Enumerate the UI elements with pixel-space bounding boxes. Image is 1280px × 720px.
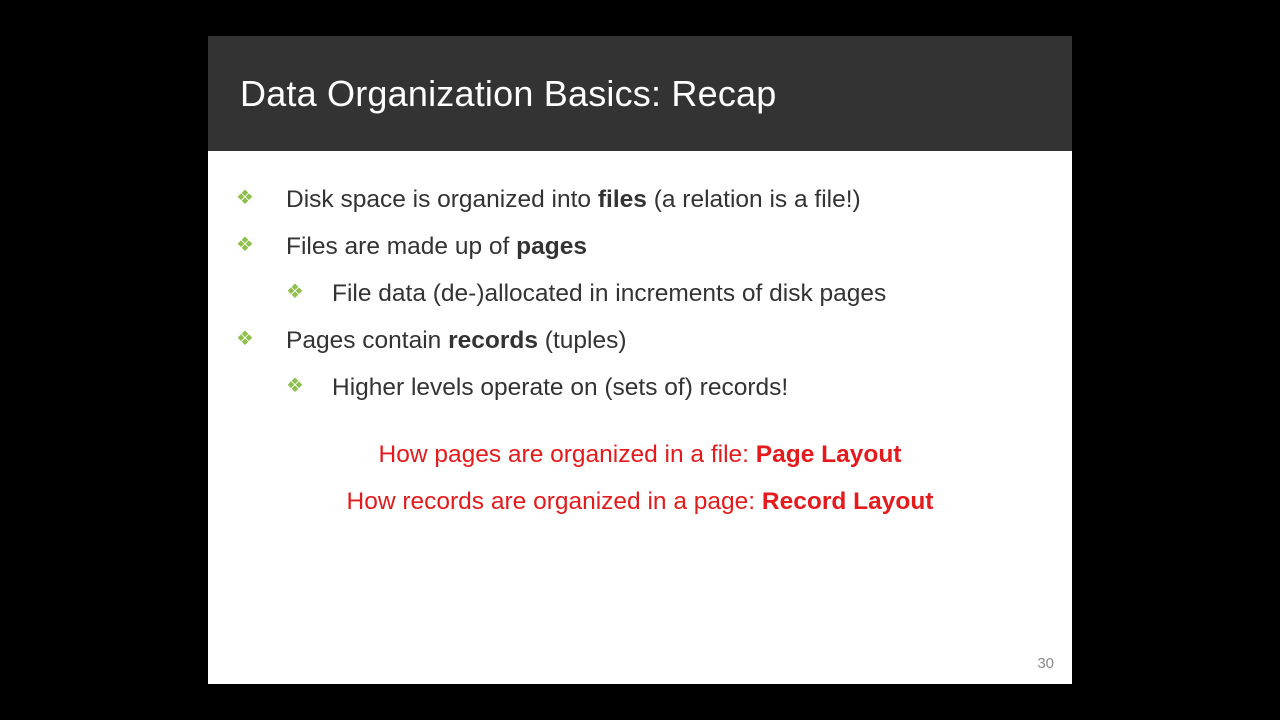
slide-title: Data Organization Basics: Recap (240, 73, 776, 115)
slide-title-bar: Data Organization Basics: Recap (208, 36, 1072, 151)
callout-2-bold: Record Layout (762, 488, 934, 515)
bullet-list: Disk space is organized into files (a re… (236, 183, 1044, 404)
bullet-2: Files are made up of pages File data (de… (236, 230, 1044, 310)
callout-1-bold: Page Layout (756, 441, 902, 468)
bullet-1-bold: files (598, 186, 647, 213)
bullet-3-sub: Higher levels operate on (sets of) recor… (286, 371, 1044, 404)
bullet-2-text-pre: Files are made up of (286, 233, 516, 260)
bullet-2-sublist: File data (de-)allocated in increments o… (286, 277, 1044, 310)
bullet-3-bold: records (448, 327, 538, 354)
callout-2: How records are organized in a page: Rec… (236, 485, 1044, 518)
callout-2-pre: How records are organized in a page: (347, 488, 762, 515)
bullet-3-text-post: (tuples) (538, 327, 627, 354)
callout-1: How pages are organized in a file: Page … (236, 438, 1044, 471)
bullet-1-text-post: (a relation is a file!) (647, 186, 861, 213)
bullet-1: Disk space is organized into files (a re… (236, 183, 1044, 216)
bullet-3-text-pre: Pages contain (286, 327, 448, 354)
slide: Data Organization Basics: Recap Disk spa… (208, 36, 1072, 684)
bullet-2-bold: pages (516, 233, 587, 260)
slide-body: Disk space is organized into files (a re… (208, 151, 1072, 518)
callout-1-pre: How pages are organized in a file: (379, 441, 756, 468)
bullet-3: Pages contain records (tuples) Higher le… (236, 324, 1044, 404)
bullet-1-text-pre: Disk space is organized into (286, 186, 598, 213)
bullet-3-sublist: Higher levels operate on (sets of) recor… (286, 371, 1044, 404)
page-number: 30 (1037, 655, 1054, 672)
bullet-2-sub: File data (de-)allocated in increments o… (286, 277, 1044, 310)
callouts: How pages are organized in a file: Page … (236, 438, 1044, 518)
